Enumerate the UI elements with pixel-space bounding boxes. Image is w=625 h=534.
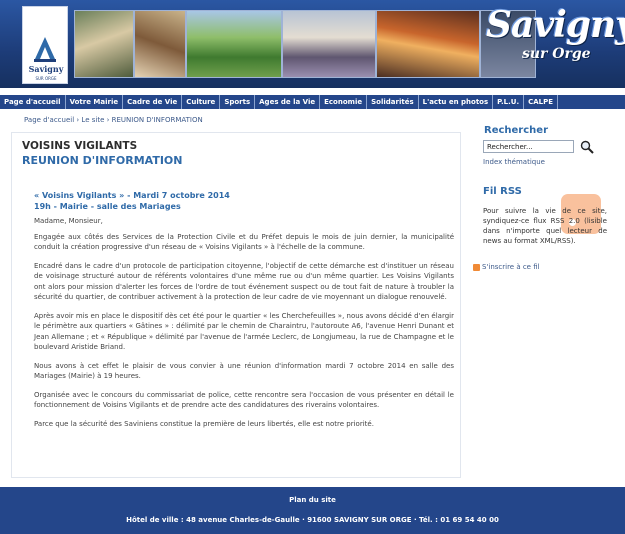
footer: Plan du site Hôtel de ville : 48 avenue … [0, 487, 625, 534]
article-kicker: VOISINS VIGILANTS [22, 140, 138, 152]
breadcrumb-site-link[interactable]: Le site [81, 116, 104, 124]
article-paragraph: Nous avons à cet effet le plaisir de vou… [34, 361, 454, 381]
nav-item-economie[interactable]: Economie [320, 95, 368, 109]
rss-icon [473, 264, 480, 271]
index-thematique-link[interactable]: Index thématique [483, 158, 545, 166]
nav-item-accueil[interactable]: Page d'accueil [0, 95, 66, 109]
banner-photo-2 [134, 10, 186, 78]
rss-subscribe-link[interactable]: S'inscrire à ce fil [482, 263, 540, 271]
logo-subtext: SUR ORGE [35, 76, 57, 81]
breadcrumb-home-link[interactable]: Page d'accueil [24, 116, 74, 124]
article-paragraph: Après avoir mis en place le dispositif d… [34, 311, 454, 352]
rss-heading: Fil RSS [483, 186, 522, 197]
article-paragraph: Parce que la sécurité des Saviniens cons… [34, 419, 374, 428]
rss-description: Pour suivre la vie de ce site, syndiquez… [483, 207, 607, 245]
breadcrumb-separator: › [104, 116, 112, 124]
page-title: REUNION D'INFORMATION [22, 154, 183, 167]
breadcrumb: Page d'accueil › Le site › REUNION D'INF… [24, 116, 203, 124]
brand-subtitle: sur Orge [522, 46, 591, 62]
nav-item-actu-photos[interactable]: L'actu en photos [419, 95, 494, 109]
sidebar: Rechercher Index thématique Fil RSS Pour… [473, 116, 615, 481]
article-greeting: Madame, Monsieur, [34, 217, 103, 225]
logo-text: Savigny [28, 64, 64, 74]
nav-item-ages-de-la-vie[interactable]: Ages de la Vie [255, 95, 321, 109]
search-input[interactable] [483, 140, 574, 153]
search-form [483, 140, 613, 156]
banner-photo-5 [376, 10, 480, 78]
logo-emblem-icon [34, 37, 56, 62]
article-lead-line-1: « Voisins Vigilants » - Mardi 7 octobre … [34, 191, 230, 200]
article-paragraph: Organisée avec le concours du commissari… [34, 390, 454, 410]
breadcrumb-current: REUNION D'INFORMATION [111, 116, 203, 124]
banner-photo-1 [74, 10, 134, 78]
search-icon[interactable] [580, 140, 594, 154]
city-logo[interactable]: Savigny SUR ORGE [22, 6, 68, 84]
nav-item-sports[interactable]: Sports [220, 95, 256, 109]
article-paragraph: Encadré dans le cadre d'un protocole de … [34, 261, 454, 302]
nav-item-plu[interactable]: P.L.U. [493, 95, 525, 109]
article-paragraph: Engagée aux côtés des Services de la Pro… [34, 232, 454, 252]
nav-item-solidarites[interactable]: Solidarités [367, 95, 419, 109]
footer-plan-link: Plan du site [0, 496, 625, 504]
nav-item-culture[interactable]: Culture [182, 95, 221, 109]
nav-item-calpe[interactable]: CALPE [524, 95, 559, 109]
brand-name: Savigny [486, 4, 625, 46]
footer-address: Hôtel de ville : 48 avenue Charles-de-Ga… [126, 516, 499, 524]
nav-item-cadre-de-vie[interactable]: Cadre de Vie [123, 95, 183, 109]
brand-wordmark[interactable]: Savigny sur Orge [484, 4, 625, 74]
search-heading: Rechercher [484, 125, 549, 136]
nav-item-votre-mairie[interactable]: Votre Mairie [66, 95, 124, 109]
article-panel: VOISINS VIGILANTS REUNION D'INFORMATION … [11, 132, 461, 478]
sitemap-link[interactable]: Plan du site [289, 496, 336, 504]
article-body: « Voisins Vigilants » - Mardi 7 octobre … [34, 190, 454, 437]
banner-photo-4 [282, 10, 376, 78]
main-nav: Page d'accueil Votre Mairie Cadre de Vie… [0, 95, 625, 109]
article-lead-line-2: 19h - Mairie - salle des Mariages [34, 202, 181, 211]
header-banner: Savigny SUR ORGE Savigny sur Orge [0, 0, 625, 88]
banner-photo-3 [186, 10, 282, 78]
